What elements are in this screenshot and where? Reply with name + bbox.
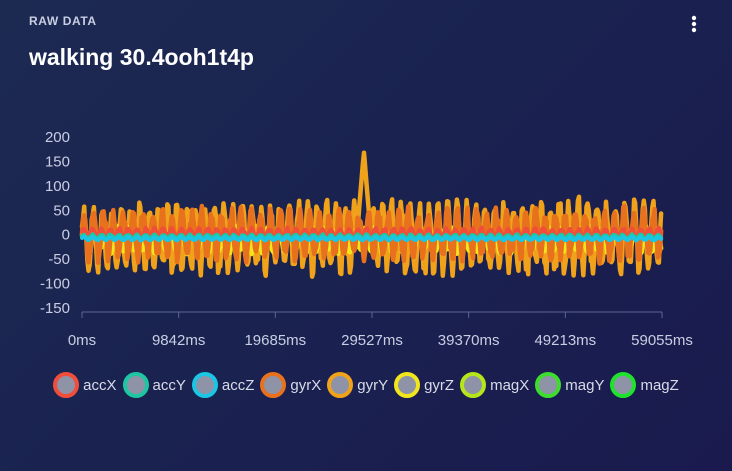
legend-label: magX xyxy=(490,376,530,394)
legend-swatch xyxy=(260,372,287,398)
legend-label: magY xyxy=(565,376,605,394)
y-tick-label: 200 xyxy=(45,129,70,146)
legend-label: accX xyxy=(83,376,117,394)
x-tick-label: 39370ms xyxy=(438,332,500,349)
legend-swatch xyxy=(394,372,421,398)
legend-swatch xyxy=(460,372,487,398)
legend-label: accZ xyxy=(221,376,255,394)
legend-item-gyrZ[interactable]: gyrZ xyxy=(394,371,454,399)
y-tick-label: 0 xyxy=(62,227,70,244)
y-tick-label: 50 xyxy=(53,202,70,219)
legend-label: accY xyxy=(152,376,186,394)
legend-item-accX[interactable]: accX xyxy=(53,371,117,399)
x-tick-label: 29527ms xyxy=(341,332,403,349)
legend-item-magZ[interactable]: magZ xyxy=(610,371,679,399)
legend-label: gyrY xyxy=(357,376,389,394)
x-tick-label: 49213ms xyxy=(534,332,596,349)
legend-item-accY[interactable]: accY xyxy=(122,371,186,399)
y-tick-label: -150 xyxy=(40,300,70,317)
legend-item-gyrY[interactable]: gyrY xyxy=(327,371,388,399)
legend-swatch xyxy=(122,372,149,398)
legend-label: magZ xyxy=(640,376,679,394)
legend-item-magY[interactable]: magY xyxy=(535,371,604,399)
y-tick-label: 150 xyxy=(45,153,70,170)
legend-label: gyrX xyxy=(290,376,322,394)
chart-legend: accX accY accZ gyrX gyrY gyrZ magX magY magZ xyxy=(40,371,692,399)
legend-swatch xyxy=(191,372,218,398)
y-tick-label: 100 xyxy=(45,178,70,195)
x-tick-label: 59055ms xyxy=(631,332,693,349)
sensor-line-chart: 200 150 100 50 0 -50 -100 -150 0ms 9842ms 19685ms 2… xyxy=(40,129,693,349)
legend-swatch xyxy=(327,372,354,398)
x-tick-label: 9842ms xyxy=(152,332,205,349)
legend-swatch xyxy=(535,372,562,398)
legend-swatch xyxy=(53,372,80,398)
legend-label: gyrZ xyxy=(424,376,455,394)
legend-item-gyrX[interactable]: gyrX xyxy=(260,371,321,399)
legend-item-magX[interactable]: magX xyxy=(460,371,529,399)
x-tick-label: 0ms xyxy=(68,332,96,349)
legend-item-accZ[interactable]: accZ xyxy=(191,371,255,399)
legend-swatch xyxy=(610,372,637,398)
y-tick-label: -100 xyxy=(40,276,70,293)
x-tick-label: 19685ms xyxy=(244,332,306,349)
y-tick-label: -50 xyxy=(48,251,70,268)
